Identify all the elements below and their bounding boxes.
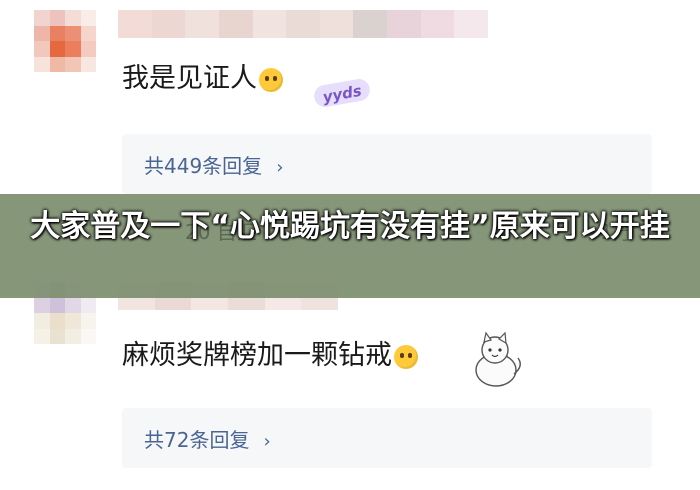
avatar[interactable] xyxy=(34,10,96,72)
title-banner: 20 自汇 1万 大家普及一下“心悦踢坑有没有挂”原来可以开挂 xyxy=(0,194,700,298)
comment-label: 麻烦奖牌榜加一颗钻戒 xyxy=(122,340,392,371)
view-replies-link[interactable]: 共72条回复 › xyxy=(144,424,271,453)
comment-text: 麻烦奖牌榜加一颗钻戒 xyxy=(122,333,418,372)
laughing-tears-emoji-icon xyxy=(394,344,418,369)
username-blurred[interactable] xyxy=(118,10,489,38)
reply-count-label: 共72条回复 xyxy=(144,428,250,452)
comment-card-1: 我是见证人 yyds 共449条回复 › xyxy=(0,0,700,200)
reply-box: 共449条回复 › xyxy=(122,134,652,194)
cat-sticker-icon xyxy=(475,331,521,387)
chevron-right-icon: › xyxy=(276,157,284,178)
yyds-sticker-icon: yyds xyxy=(314,79,370,107)
comment-label: 我是见证人 xyxy=(122,63,257,94)
reply-count-label: 共449条回复 xyxy=(144,154,263,178)
comment-text: 我是见证人 xyxy=(122,56,283,95)
banner-title: 大家普及一下“心悦踢坑有没有挂”原来可以开挂 xyxy=(30,209,670,244)
reply-box: 共72条回复 › xyxy=(122,408,652,468)
view-replies-link[interactable]: 共449条回复 › xyxy=(144,150,283,179)
chevron-right-icon: › xyxy=(263,431,271,452)
smiling-blush-emoji-icon xyxy=(259,67,283,92)
